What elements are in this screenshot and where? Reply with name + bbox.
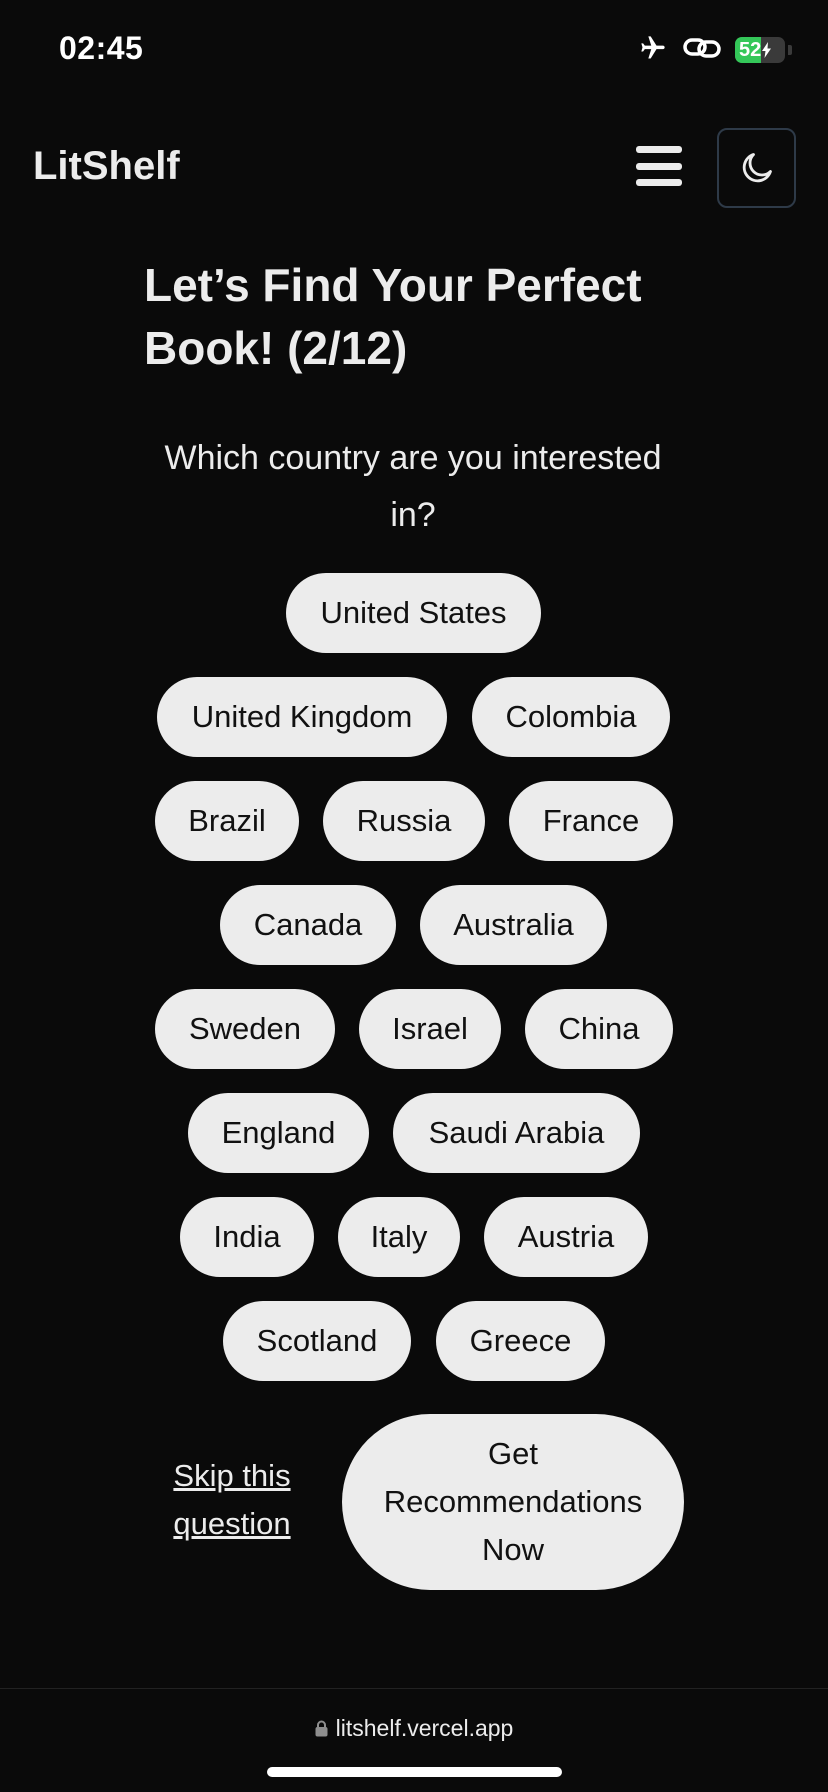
option-india[interactable]: India [180, 1197, 314, 1277]
link-icon [683, 35, 721, 66]
lock-icon [315, 1720, 328, 1737]
option-united-kingdom[interactable]: United Kingdom [157, 677, 447, 757]
option-sweden[interactable]: Sweden [155, 989, 335, 1069]
page-title: Let’s Find Your Perfect Book! (2/12) [144, 254, 704, 380]
battery-charging-icon: 52 [735, 37, 785, 63]
option-greece[interactable]: Greece [436, 1301, 605, 1381]
option-france[interactable]: France [509, 781, 673, 861]
cta-line-1: Get [488, 1436, 538, 1471]
option-colombia[interactable]: Colombia [472, 677, 670, 757]
url-display[interactable]: litshelf.vercel.app [0, 1715, 828, 1742]
option-australia[interactable]: Australia [420, 885, 607, 965]
hamburger-menu-icon[interactable] [636, 146, 682, 186]
battery-cap [788, 45, 792, 55]
battery-level: 52 [739, 38, 762, 61]
url-text: litshelf.vercel.app [335, 1715, 514, 1741]
bolt-icon [762, 42, 772, 58]
home-indicator[interactable] [267, 1767, 562, 1777]
option-israel[interactable]: Israel [359, 989, 501, 1069]
airplane-icon [637, 34, 669, 67]
skip-line-2: question [173, 1506, 291, 1541]
question-line-2: in? [390, 496, 436, 534]
title-line-1: Let’s Find Your Perfect [144, 259, 642, 311]
question-text: Which country are you interested in? [139, 430, 687, 544]
question-line-1: Which country are you interested [164, 439, 662, 477]
option-brazil[interactable]: Brazil [155, 781, 299, 861]
option-italy[interactable]: Italy [338, 1197, 460, 1277]
option-china[interactable]: China [525, 989, 673, 1069]
cta-line-3: Now [481, 1532, 544, 1567]
option-united-states[interactable]: United States [286, 573, 541, 653]
option-austria[interactable]: Austria [484, 1197, 648, 1277]
cta-line-2: Recommendations [383, 1484, 643, 1519]
status-time: 02:45 [59, 30, 144, 66]
option-canada[interactable]: Canada [220, 885, 396, 965]
title-line-2: Book! (2/12) [144, 322, 408, 374]
status-icons: 52 [637, 34, 792, 66]
option-england[interactable]: England [188, 1093, 369, 1173]
option-saudi-arabia[interactable]: Saudi Arabia [393, 1093, 640, 1173]
screen: 02:45 52 LitShelf Let’s Find Your Perfec… [0, 0, 828, 1792]
skip-line-1: Skip this [173, 1458, 291, 1493]
theme-toggle-button[interactable] [717, 128, 796, 208]
brand-logo[interactable]: LitShelf [33, 144, 180, 189]
skip-question-link[interactable]: Skip this question [162, 1452, 302, 1548]
get-recommendations-button[interactable]: Get Recommendations Now [342, 1414, 684, 1590]
option-russia[interactable]: Russia [323, 781, 485, 861]
moon-icon [742, 153, 772, 183]
option-scotland[interactable]: Scotland [223, 1301, 411, 1381]
